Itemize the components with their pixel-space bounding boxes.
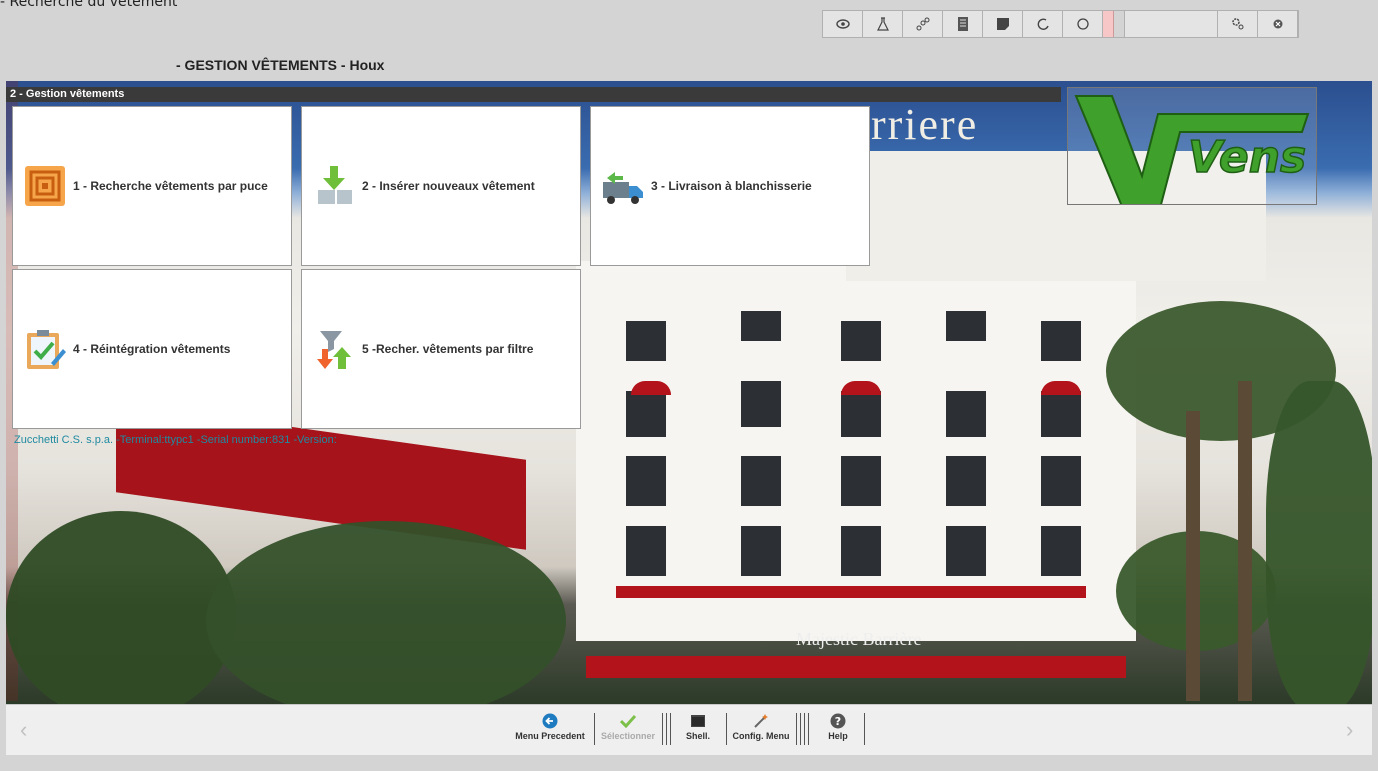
tile-label: 2 - Insérer nouveaux vêtement: [362, 179, 535, 193]
share-icon[interactable]: [903, 11, 943, 37]
insert-arrow-icon: [318, 166, 352, 204]
tile-inserer-vetement[interactable]: 2 - Insérer nouveaux vêtement: [301, 106, 581, 266]
clipboard-check-icon: [27, 330, 66, 369]
config-menu-button[interactable]: Config. Menu: [728, 711, 794, 749]
terminal-icon: [691, 711, 705, 731]
status-line: Zucchetti C.S. s.p.a. -Terminal:ttypc1 -…: [14, 434, 337, 446]
refresh-icon[interactable]: [1063, 11, 1103, 37]
tile-recherche-puce[interactable]: 1 - Recherche vêtements par puce: [12, 106, 292, 266]
eye-icon[interactable]: [823, 11, 863, 37]
window-corner-label: - Recherche du vêtement: [0, 0, 178, 10]
vens-logo: Vens: [1067, 87, 1317, 217]
tile-livraison-blanchisserie[interactable]: 3 - Livraison à blanchisserie: [590, 106, 870, 266]
sign-top: rriere: [871, 100, 979, 149]
flask-icon[interactable]: [863, 11, 903, 37]
selectionner-button[interactable]: Sélectionner: [596, 711, 660, 749]
checkmark-icon: [620, 711, 636, 731]
tile-label: 4 - Réintégration vêtements: [73, 342, 231, 356]
svg-text:?: ?: [835, 715, 841, 728]
bottom-bar: ‹ › Menu Precedent Sélectionner Shell. C…: [6, 704, 1372, 756]
list-icon[interactable]: [943, 11, 983, 37]
prev-page-arrow[interactable]: ‹: [20, 717, 27, 743]
next-page-arrow[interactable]: ›: [1346, 717, 1353, 743]
back-arrow-icon: [542, 711, 558, 731]
filter-icon: [317, 331, 351, 369]
tile-label: 1 - Recherche vêtements par puce: [73, 179, 268, 193]
sign-bottom: Majestic Barrière: [796, 629, 922, 649]
footer-strip: [0, 755, 1378, 771]
menu-precedent-button[interactable]: Menu Precedent: [510, 711, 590, 749]
section-title-bar: 2 - Gestion vêtements: [6, 87, 1061, 102]
logo-text: Vens: [1188, 132, 1306, 183]
top-toolbar: [822, 10, 1299, 38]
tile-label: 3 - Livraison à blanchisserie: [651, 179, 812, 193]
tile-reintegration[interactable]: 4 - Réintégration vêtements: [12, 269, 292, 429]
tile-recherche-filtre[interactable]: 5 -Recher. vêtements par filtre: [301, 269, 581, 429]
help-button[interactable]: ? Help: [820, 711, 856, 749]
gear-icon[interactable]: [1218, 11, 1258, 37]
main-area: rriere Majestic Barrière 2 - Gestion vêt…: [6, 81, 1372, 704]
wand-icon: [753, 711, 769, 731]
toolbar-field[interactable]: [1125, 11, 1218, 37]
status-indicator: [1103, 11, 1114, 37]
undo-icon[interactable]: [1023, 11, 1063, 37]
rfid-chip-icon: [25, 166, 65, 206]
tile-label: 5 -Recher. vêtements par filtre: [362, 342, 534, 356]
app-title: - GESTION VÊTEMENTS - Houx: [176, 57, 385, 73]
shell-button[interactable]: Shell.: [678, 711, 718, 749]
delivery-truck-icon: [603, 172, 643, 204]
note-icon[interactable]: [983, 11, 1023, 37]
close-icon[interactable]: [1258, 11, 1298, 37]
help-icon: ?: [830, 711, 846, 731]
